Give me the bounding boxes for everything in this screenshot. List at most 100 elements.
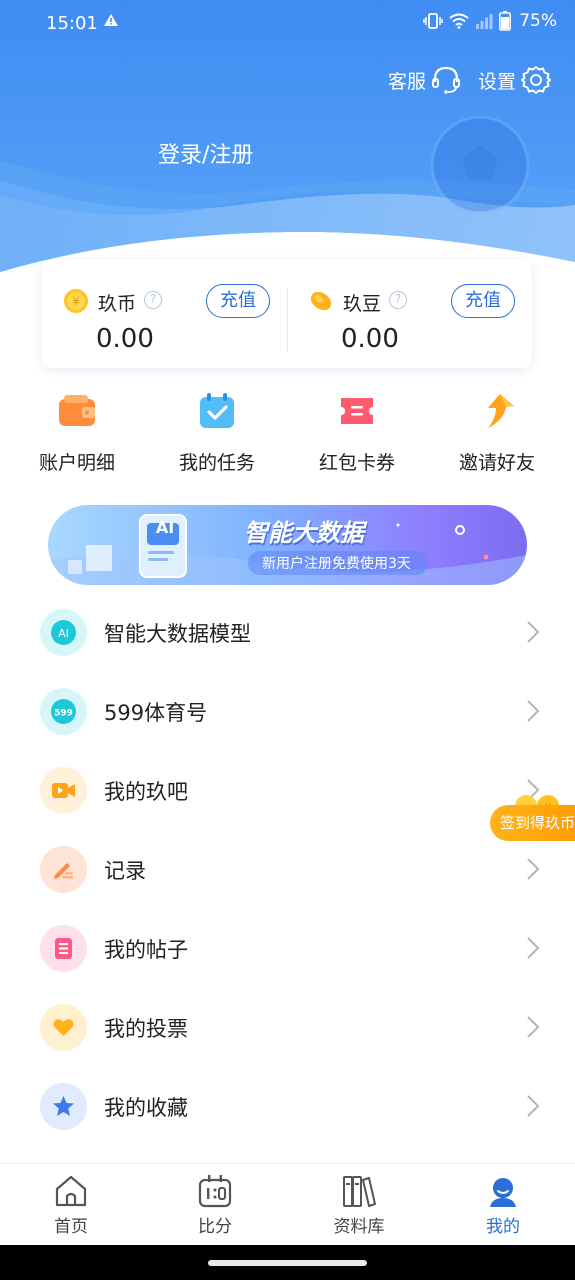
battery-percent: 75% bbox=[519, 11, 557, 31]
vibrate-icon bbox=[423, 13, 443, 29]
quick-action-label: 邀请好友 bbox=[458, 452, 535, 474]
invite-icon bbox=[488, 394, 514, 428]
home-gesture-handle[interactable] bbox=[208, 1260, 367, 1266]
ai-icon: AI bbox=[51, 620, 76, 645]
score-icon bbox=[198, 1175, 232, 1208]
quick-action-my-tasks[interactable]: 我的任务 bbox=[157, 390, 277, 475]
menu-item-big-data-model[interactable]: AI 智能大数据模型 bbox=[0, 594, 575, 673]
profile-icon bbox=[490, 1178, 516, 1207]
tab-label: 比分 bbox=[198, 1217, 232, 1237]
quick-action-coupons[interactable]: 红包卡券 bbox=[297, 390, 417, 475]
menu-item-label: 我的投票 bbox=[104, 1017, 188, 1041]
coins-recharge-button[interactable]: 充值 bbox=[206, 284, 270, 318]
alert-icon bbox=[104, 14, 118, 26]
menu-item-records[interactable]: 记录 bbox=[0, 831, 575, 910]
chevron-right-icon bbox=[527, 700, 540, 722]
big-data-banner[interactable]: AI 智能大数据 新用户注册免费使用3天 bbox=[48, 505, 527, 585]
svg-text:AI: AI bbox=[58, 627, 69, 640]
wallet-icon bbox=[59, 395, 95, 426]
menu-item-my-forum[interactable]: 我的玖吧 bbox=[0, 752, 575, 831]
video-icon bbox=[52, 783, 75, 798]
home-icon bbox=[55, 1175, 87, 1207]
menu-item-my-favorites[interactable]: 我的收藏 bbox=[0, 1068, 575, 1147]
menu-item-label: 记录 bbox=[104, 859, 146, 883]
chevron-right-icon bbox=[527, 937, 540, 959]
quick-action-label: 账户明细 bbox=[38, 452, 115, 474]
soccer-ball-decoration bbox=[430, 115, 530, 215]
post-icon-circle bbox=[40, 925, 87, 972]
beans-recharge-button[interactable]: 充值 bbox=[451, 284, 515, 318]
library-icon bbox=[343, 1176, 376, 1207]
status-time: 15:01 bbox=[46, 13, 98, 34]
tab-label: 资料库 bbox=[333, 1217, 385, 1237]
beans-amount: 0.00 bbox=[341, 324, 399, 354]
gear-icon bbox=[521, 66, 552, 94]
quick-action-label: 我的任务 bbox=[178, 452, 255, 474]
login-register-link[interactable]: 登录/注册 bbox=[158, 137, 253, 169]
heart-icon bbox=[53, 1019, 74, 1036]
sports-599-icon: 599 bbox=[51, 699, 76, 724]
profile-header: 15:01 75% 客服 设置 登录/注册 bbox=[0, 0, 575, 300]
menu-item-my-votes[interactable]: 我的投票 bbox=[0, 989, 575, 1068]
chevron-right-icon bbox=[527, 1016, 540, 1038]
heart-icon-circle bbox=[40, 1004, 87, 1051]
edit-icon bbox=[54, 863, 73, 879]
tab-home[interactable]: 首页 bbox=[21, 1172, 121, 1237]
edit-icon-circle bbox=[40, 846, 87, 893]
menu-item-label: 我的玖吧 bbox=[104, 780, 188, 804]
bottom-tab-bar: 首页 比分 资料库 我的 bbox=[0, 1163, 575, 1245]
task-icon bbox=[200, 393, 234, 428]
video-icon-circle bbox=[40, 767, 87, 814]
coin-icon: ¥ bbox=[64, 289, 88, 313]
star-icon-circle bbox=[40, 1083, 87, 1130]
coins-name: 玖币 bbox=[98, 293, 137, 315]
checkin-label: 签到得玖币 bbox=[490, 805, 575, 841]
banner-subtitle: 新用户注册免费使用3天 bbox=[262, 556, 411, 572]
customer-service-label: 客服 bbox=[388, 70, 427, 93]
coupon-icon bbox=[341, 398, 373, 424]
beans-balance: 玖豆 ? 充值 0.00 bbox=[287, 260, 532, 368]
coins-help-icon[interactable]: ? bbox=[144, 291, 162, 309]
banner-title: 智能大数据 bbox=[244, 519, 364, 547]
star-icon bbox=[53, 1096, 74, 1116]
tab-score[interactable]: 比分 bbox=[165, 1172, 265, 1237]
svg-text:599: 599 bbox=[54, 709, 73, 719]
customer-service-button[interactable]: 客服 bbox=[388, 64, 462, 96]
quick-action-label: 红包卡券 bbox=[318, 452, 395, 474]
cube-decoration bbox=[86, 545, 112, 571]
system-navigation-bar bbox=[0, 1245, 575, 1280]
sports-599-icon-circle: 599 bbox=[40, 688, 87, 735]
tab-label: 我的 bbox=[486, 1217, 520, 1237]
post-icon bbox=[55, 938, 72, 959]
settings-button[interactable]: 设置 bbox=[478, 64, 552, 96]
headset-icon bbox=[432, 66, 461, 94]
menu-item-599-sports[interactable]: 599 599体育号 bbox=[0, 673, 575, 752]
bean-icon bbox=[310, 291, 332, 311]
battery-icon bbox=[499, 11, 512, 31]
tab-me[interactable]: 我的 bbox=[453, 1172, 553, 1237]
signal-icon bbox=[476, 14, 493, 29]
chevron-right-icon bbox=[527, 858, 540, 880]
menu-item-my-posts[interactable]: 我的帖子 bbox=[0, 910, 575, 989]
banner-badge: AI bbox=[155, 518, 175, 537]
settings-label: 设置 bbox=[478, 70, 517, 93]
tab-library[interactable]: 资料库 bbox=[309, 1172, 409, 1237]
menu-item-label: 我的收藏 bbox=[104, 1096, 188, 1120]
coins-balance: ¥ 玖币 ? 充值 0.00 bbox=[42, 260, 287, 368]
menu-item-label: 智能大数据模型 bbox=[104, 622, 251, 646]
chevron-right-icon bbox=[527, 621, 540, 643]
beans-name: 玖豆 bbox=[343, 293, 382, 315]
wallet-card: ¥ 玖币 ? 充值 0.00 玖豆 ? 充值 0.00 bbox=[42, 260, 532, 368]
tab-label: 首页 bbox=[54, 1217, 88, 1237]
beans-help-icon[interactable]: ? bbox=[389, 291, 407, 309]
menu-item-label: 599体育号 bbox=[104, 701, 208, 725]
wifi-icon bbox=[449, 13, 469, 29]
menu-item-label: 我的帖子 bbox=[104, 938, 188, 962]
chevron-right-icon bbox=[527, 1095, 540, 1117]
quick-action-invite-friends[interactable]: 邀请好友 bbox=[437, 390, 557, 475]
ai-icon-circle: AI bbox=[40, 609, 87, 656]
quick-action-account-details[interactable]: 账户明细 bbox=[17, 390, 137, 475]
checkin-floating-button[interactable]: ¥ 签到得玖币 bbox=[490, 793, 575, 841]
svg-text:¥: ¥ bbox=[72, 295, 80, 309]
coins-amount: 0.00 bbox=[96, 324, 154, 354]
